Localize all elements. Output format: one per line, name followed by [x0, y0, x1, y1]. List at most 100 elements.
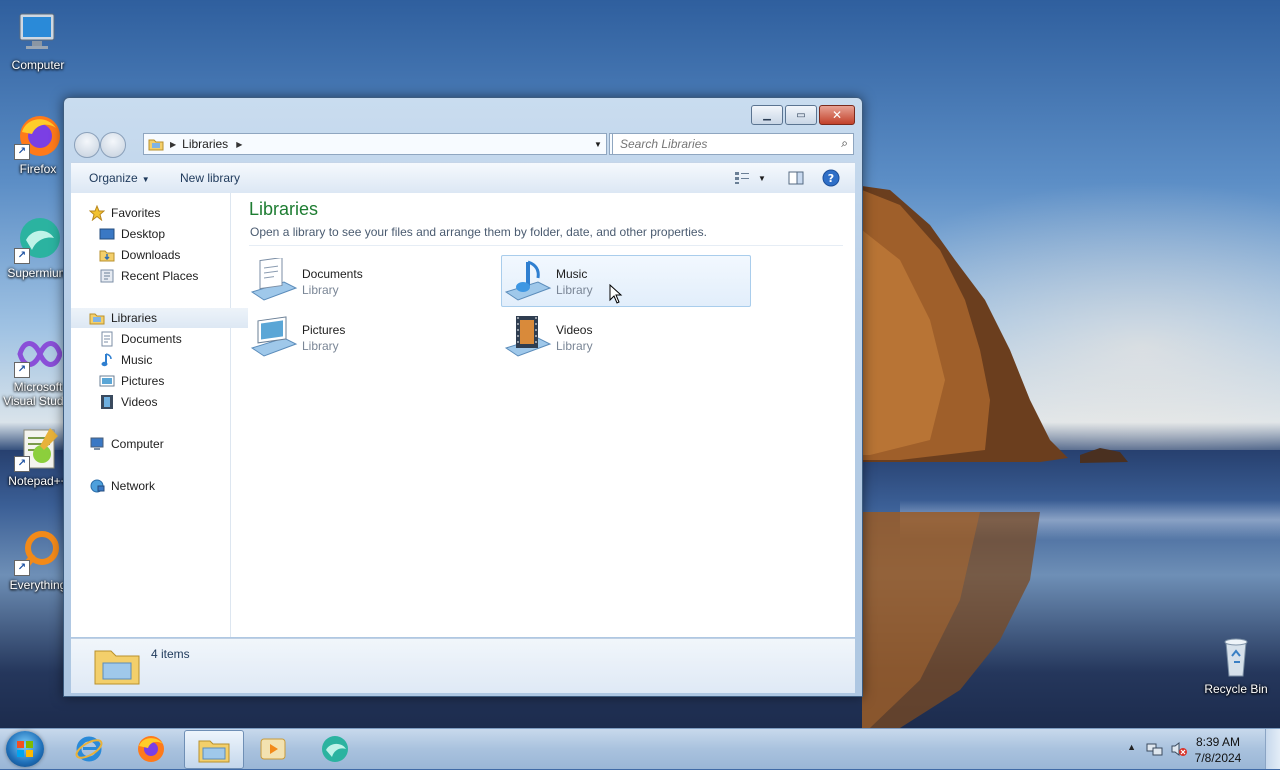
- nav-label: Libraries: [111, 311, 158, 325]
- search-input[interactable]: [613, 136, 832, 152]
- library-tile-documents[interactable]: Documents Library: [247, 255, 497, 307]
- start-button[interactable]: [6, 731, 44, 767]
- pictures-library-icon: [250, 314, 298, 360]
- nav-label: Downloads: [121, 248, 181, 262]
- help-button[interactable]: ?: [822, 169, 840, 187]
- firefox-icon: [138, 735, 164, 762]
- close-icon: ✕: [831, 108, 843, 122]
- show-hidden-icons-button[interactable]: ▲: [1127, 742, 1136, 752]
- windows-logo-icon: [17, 741, 33, 757]
- nav-label: Music: [121, 353, 153, 367]
- nav-network[interactable]: Network: [71, 476, 248, 496]
- address-history-dropdown[interactable]: ▼: [590, 134, 606, 154]
- nav-label: Documents: [121, 332, 182, 346]
- taskbar: ▲ 8:39 AM 7/8/2024: [0, 728, 1280, 769]
- supermium-icon: ↗: [14, 216, 62, 264]
- new-library-button[interactable]: New library: [180, 171, 240, 185]
- nav-label: Desktop: [121, 227, 166, 241]
- downloads-folder-icon: [99, 247, 115, 263]
- library-tile-videos[interactable]: Videos Library: [501, 311, 751, 363]
- library-name: Videos: [556, 323, 593, 337]
- supermium-icon: [322, 735, 348, 762]
- minimize-button[interactable]: ▁: [751, 105, 783, 125]
- libraries-icon: [89, 310, 105, 326]
- libraries-folder-icon: [148, 137, 164, 151]
- command-bar: Organize ▼ New library ▼ ?: [71, 162, 855, 194]
- taskbar-firefox[interactable]: [122, 730, 180, 767]
- media-player-icon: [260, 738, 286, 759]
- library-kind: Library: [302, 283, 339, 297]
- nav-favorites[interactable]: Favorites: [71, 203, 248, 223]
- documents-icon: [99, 331, 115, 347]
- nav-libraries[interactable]: Libraries: [71, 308, 248, 328]
- mouse-cursor-icon: [609, 284, 623, 304]
- music-icon: [99, 352, 115, 368]
- preview-pane-button[interactable]: [787, 169, 805, 187]
- taskbar-windows-explorer[interactable]: [184, 730, 244, 769]
- preview-pane-icon: [788, 171, 804, 185]
- nav-label: Pictures: [121, 374, 165, 388]
- recycle-bin-icon: [1212, 632, 1260, 680]
- nav-label: Computer: [111, 437, 164, 451]
- search-icon: ⌕: [841, 136, 848, 150]
- network-tray-icon[interactable]: [1146, 741, 1164, 760]
- internet-explorer-icon: [75, 736, 103, 761]
- documents-library-icon: [250, 256, 298, 304]
- desktop-icon-computer[interactable]: Computer: [0, 8, 76, 72]
- clock-date: 7/8/2024: [1194, 751, 1242, 765]
- view-dropdown-button[interactable]: ▼: [753, 169, 771, 187]
- chevron-down-icon: ▼: [141, 175, 150, 184]
- nav-desktop[interactable]: Desktop: [71, 224, 258, 244]
- shortcut-arrow-icon: ↗: [14, 456, 30, 472]
- content-pane: Libraries Open a library to see your fil…: [231, 193, 855, 637]
- view-options-icon: [735, 172, 749, 184]
- page-subtitle: Open a library to see your files and arr…: [250, 225, 707, 239]
- shortcut-arrow-icon: ↗: [14, 362, 30, 378]
- computer-icon: [89, 436, 105, 452]
- desktop-icon: [99, 226, 115, 242]
- nav-label: Recent Places: [121, 269, 199, 283]
- show-desktop-button[interactable]: [1265, 729, 1280, 769]
- item-count: 4 items: [151, 647, 190, 661]
- taskbar-internet-explorer[interactable]: [60, 730, 118, 767]
- library-tile-pictures[interactable]: Pictures Library: [247, 311, 497, 363]
- nav-pictures[interactable]: Pictures: [71, 371, 258, 391]
- everything-search-icon: ↗: [14, 528, 62, 576]
- minimize-icon: ▁: [763, 109, 771, 121]
- nav-music[interactable]: Music: [71, 350, 258, 370]
- change-view-button[interactable]: [733, 169, 751, 187]
- visual-studio-icon: ↗: [14, 330, 63, 378]
- breadcrumb-arrow-icon[interactable]: ▶: [170, 140, 176, 149]
- close-button[interactable]: ✕: [819, 105, 855, 125]
- back-button[interactable]: [74, 132, 100, 158]
- recent-places-icon: [99, 268, 115, 284]
- nav-computer[interactable]: Computer: [71, 434, 248, 454]
- library-tile-music[interactable]: Music Library: [501, 255, 751, 307]
- nav-documents[interactable]: Documents: [71, 329, 258, 349]
- navigation-bar: ▶ Libraries ▶ ▼ ⇆ ⌕: [72, 132, 854, 158]
- maximize-button[interactable]: ▭: [785, 105, 817, 125]
- organize-button[interactable]: Organize ▼: [89, 171, 150, 185]
- library-name: Documents: [302, 267, 363, 281]
- nav-recent-places[interactable]: Recent Places: [71, 266, 258, 286]
- videos-icon: [99, 394, 115, 410]
- taskbar-supermium[interactable]: [306, 730, 364, 767]
- nav-videos[interactable]: Videos: [71, 392, 258, 412]
- clock-time: 8:39 AM: [1195, 735, 1241, 749]
- notepadpp-icon: ↗: [14, 424, 62, 472]
- taskbar-clock[interactable]: 8:39 AM 7/8/2024: [1183, 734, 1253, 766]
- library-kind: Library: [556, 283, 593, 297]
- search-box[interactable]: ⌕: [612, 133, 854, 155]
- maximize-icon: ▭: [796, 109, 806, 121]
- desktop-icon-recycle-bin[interactable]: Recycle Bin: [1198, 632, 1274, 696]
- taskbar-media-player[interactable]: [244, 730, 302, 767]
- library-kind: Library: [556, 339, 593, 353]
- page-title: Libraries: [249, 199, 319, 219]
- nav-downloads[interactable]: Downloads: [71, 245, 258, 265]
- breadcrumb-libraries[interactable]: Libraries: [182, 137, 228, 151]
- videos-library-icon: [504, 314, 552, 360]
- forward-button[interactable]: [100, 132, 126, 158]
- breadcrumb-arrow-icon[interactable]: ▶: [236, 140, 242, 149]
- address-bar[interactable]: ▶ Libraries ▶ ▼: [143, 133, 607, 155]
- chevron-down-icon: ▼: [758, 173, 766, 183]
